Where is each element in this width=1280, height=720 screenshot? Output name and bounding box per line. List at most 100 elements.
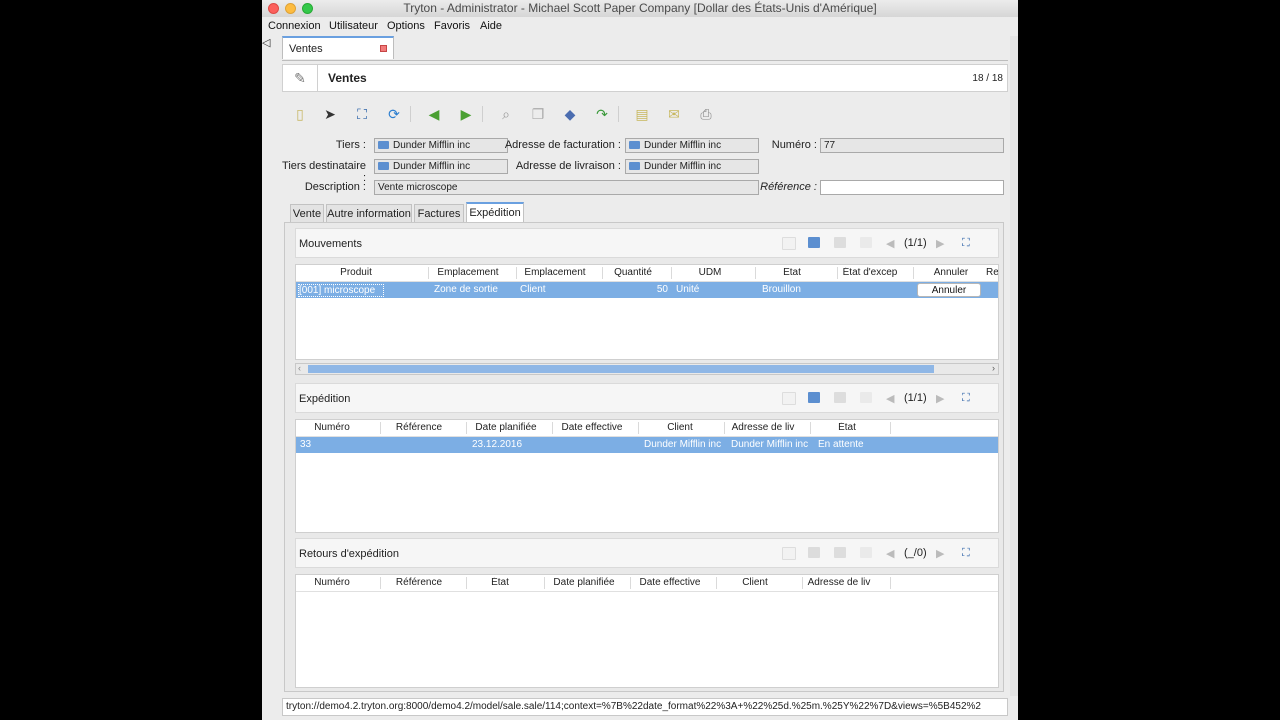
save-icon[interactable]: ➤ (320, 104, 340, 124)
menu-options[interactable]: Options (387, 20, 425, 32)
tab-ventes[interactable]: Ventes (282, 36, 394, 59)
tab-autre-information[interactable]: Autre information (326, 204, 412, 222)
close-tab-icon[interactable] (380, 45, 387, 52)
table-row[interactable]: [001] microscope Zone de sortie Client 5… (296, 282, 998, 298)
column-header[interactable]: Numéro (296, 422, 368, 433)
undo-icon[interactable] (860, 392, 872, 403)
column-header[interactable]: Quantité (606, 267, 660, 278)
column-header[interactable]: Client (720, 577, 790, 588)
column-header[interactable]: Adresse de liv (806, 577, 872, 588)
switch-view-icon[interactable]: ⛶ (962, 237, 970, 250)
column-header[interactable]: Date effective (632, 577, 708, 588)
tab-factures[interactable]: Factures (414, 204, 464, 222)
tab-vente[interactable]: Vente (290, 204, 324, 222)
switch-view-icon[interactable]: ⛶ (352, 104, 372, 124)
to-location-cell: Client (520, 284, 546, 295)
previous-record-icon[interactable]: ◀ (886, 547, 894, 560)
minimize-window-button[interactable] (285, 3, 296, 14)
delete-icon[interactable] (834, 392, 846, 403)
billing-address-field[interactable]: Dunder Mifflin inc (625, 138, 759, 153)
undo-icon[interactable] (860, 237, 872, 248)
next-record-icon[interactable]: ▶ (936, 392, 944, 405)
attachment-icon[interactable]: ⌕ (496, 104, 516, 124)
column-header[interactable]: Adresse de liv (728, 422, 798, 433)
column-header[interactable]: Annuler (916, 267, 986, 278)
status-bar-url: tryton://demo4.2.tryton.org:8000/demo4.2… (282, 698, 1008, 716)
next-icon[interactable]: ▶ (456, 104, 476, 124)
number-label: Numéro : (771, 139, 817, 151)
reference-field[interactable] (820, 180, 1004, 195)
description-field[interactable]: Vente microscope (374, 180, 759, 195)
column-header[interactable]: État (468, 577, 532, 588)
tiers-field[interactable]: Dunder Mifflin inc (374, 138, 508, 153)
column-separator (890, 422, 891, 434)
column-header[interactable]: Référence (384, 577, 454, 588)
next-record-icon[interactable]: ▶ (936, 547, 944, 560)
report-icon[interactable]: ▤ (632, 104, 652, 124)
returns-title: Retours d'expédition (299, 548, 399, 560)
column-separator (602, 267, 603, 279)
recipient-field[interactable]: Dunder Mifflin inc (374, 159, 508, 174)
moves-horizontal-scrollbar[interactable]: ‹ › (295, 363, 999, 375)
column-header[interactable]: Client (642, 422, 718, 433)
scroll-right-icon[interactable]: › (992, 363, 995, 373)
previous-icon[interactable]: ◀ (424, 104, 444, 124)
column-header[interactable]: Date effective (554, 422, 630, 433)
delete-icon[interactable] (834, 547, 846, 558)
undo-icon[interactable] (860, 547, 872, 558)
column-separator (466, 422, 467, 434)
cancel-button[interactable]: Annuler (917, 283, 981, 297)
previous-record-icon[interactable]: ◀ (886, 392, 894, 405)
column-header[interactable]: Re (986, 267, 998, 278)
column-header[interactable]: Date planifiée (546, 577, 622, 588)
next-record-icon[interactable]: ▶ (936, 237, 944, 250)
copy-icon[interactable]: ❐ (528, 104, 548, 124)
email-icon[interactable]: ✉ (664, 104, 684, 124)
column-separator (755, 267, 756, 279)
maximize-window-button[interactable] (302, 3, 313, 14)
open-folder-icon[interactable] (808, 547, 820, 558)
column-header[interactable]: Numéro (296, 577, 368, 588)
column-header[interactable]: Emplacement (518, 267, 592, 278)
previous-record-icon[interactable]: ◀ (886, 237, 894, 250)
wrench-icon[interactable]: ✎ (283, 65, 318, 91)
switch-view-icon[interactable]: ⛶ (962, 547, 970, 560)
relate-icon[interactable]: ↷ (592, 104, 612, 124)
column-header[interactable]: Etat (758, 267, 826, 278)
delete-icon[interactable] (834, 237, 846, 248)
column-header[interactable]: État (814, 422, 880, 433)
column-header[interactable]: Produit (296, 267, 416, 278)
vertical-scrollbar[interactable] (1010, 36, 1018, 696)
tab-expedition[interactable]: Expédition (466, 202, 524, 222)
action-icon[interactable]: ◆ (560, 104, 580, 124)
delivery-address-field[interactable]: Dunder Mifflin inc (625, 159, 759, 174)
scrollbar-thumb[interactable] (308, 365, 934, 373)
column-header[interactable]: UDM (676, 267, 744, 278)
switch-view-icon[interactable]: ⛶ (962, 392, 970, 405)
column-header[interactable]: Référence (384, 422, 454, 433)
new-record-icon[interactable] (782, 547, 796, 560)
open-folder-icon[interactable] (808, 392, 820, 403)
column-header[interactable]: État d'excep (840, 267, 900, 278)
menu-aide[interactable]: Aide (480, 20, 502, 32)
new-icon[interactable]: ▯ (290, 104, 310, 124)
column-separator (638, 422, 639, 434)
scroll-left-icon[interactable]: ‹ (298, 363, 301, 373)
menu-utilisateur[interactable]: Utilisateur (329, 20, 378, 32)
table-row[interactable]: 33 23.12.2016 Dunder Mifflin inc Dunder … (296, 437, 998, 453)
new-record-icon[interactable] (782, 237, 796, 250)
close-window-button[interactable] (268, 3, 279, 14)
reload-icon[interactable]: ⟳ (384, 104, 404, 124)
collapse-sidebar-icon[interactable]: ◁ (262, 36, 270, 49)
menu-connexion[interactable]: Connexion (268, 20, 321, 32)
new-record-icon[interactable] (782, 392, 796, 405)
column-header[interactable]: Date planifiée (468, 422, 544, 433)
print-icon[interactable]: ⎙ (696, 104, 716, 124)
shipments-section: Expédition ◀ (1/1) ▶ ⛶ Numéro Référence (295, 383, 999, 533)
toolbar-separator (618, 106, 619, 122)
tiers-value: Dunder Mifflin inc (393, 140, 471, 151)
column-header[interactable]: Emplacement (432, 267, 504, 278)
open-folder-icon[interactable] (808, 237, 820, 248)
menu-favoris[interactable]: Favoris (434, 20, 470, 32)
number-field[interactable]: 77 (820, 138, 1004, 153)
